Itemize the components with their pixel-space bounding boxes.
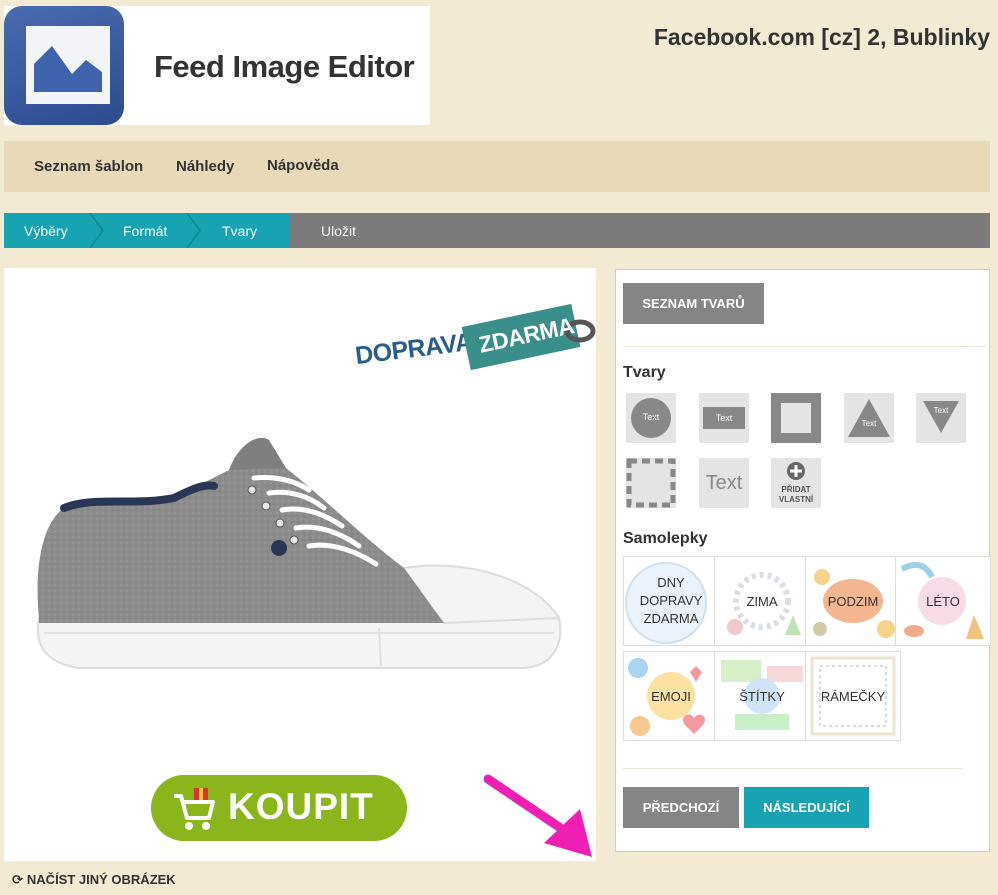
shape-inverted-triangle[interactable]: Text	[916, 393, 966, 443]
step-shapes[interactable]: Tvary	[222, 223, 257, 239]
stickers-section-title: Samolepky	[623, 530, 708, 547]
shape-frame[interactable]	[771, 393, 821, 443]
shape-text-label: Text	[705, 472, 743, 494]
app-logo-icon	[4, 6, 124, 125]
sticker-frames-label: RÁMEČKY	[820, 689, 886, 704]
shape-triangle-label: Text	[861, 419, 877, 428]
add-custom-shape-button[interactable]: PŘIDAT VLASTNÍ	[771, 458, 821, 508]
sticker-autumn-label: PODZIM	[827, 594, 879, 609]
sticker-frames[interactable]: RÁMEČKY	[805, 651, 901, 741]
shapes-section-title: Tvary	[623, 364, 666, 381]
sticker-winter[interactable]: ZIMA	[714, 556, 810, 646]
buy-button-label: KOUPIT	[228, 786, 374, 827]
sticker-autumn[interactable]: PODZIM	[805, 556, 901, 646]
shape-circle-label: Text	[642, 412, 660, 422]
shape-inverted-triangle-label: Text	[933, 406, 949, 415]
shape-text[interactable]: Text	[699, 458, 749, 508]
step-format[interactable]: Formát	[123, 223, 167, 239]
load-other-image-link[interactable]: ⟳ NAČÍST JINÝ OBRÁZEK	[12, 872, 176, 888]
pointer-arrow-icon	[484, 774, 592, 857]
step-save[interactable]: Uložit	[321, 223, 356, 239]
shopping-cart-icon	[174, 788, 215, 830]
sticker-free-shipping-label: DNY DOPRAVY ZDARMA	[639, 575, 703, 626]
sticker-emoji-label: EMOJI	[651, 689, 691, 704]
shape-triangle[interactable]: Text	[844, 393, 894, 443]
step-separator-icon	[186, 213, 201, 248]
shape-list-button[interactable]: SEZNAM TVARŮ	[623, 283, 764, 324]
divider	[623, 346, 986, 347]
shape-circle[interactable]: Text	[626, 393, 676, 443]
account-title: Facebook.com [cz] 2, Bublinky	[653, 24, 990, 50]
shape-dashed-frame[interactable]	[626, 458, 676, 508]
load-other-image-label: NAČÍST JINÝ OBRÁZEK	[26, 872, 176, 887]
sticker-winter-label: ZIMA	[746, 594, 778, 609]
sticker-emoji[interactable]: EMOJI	[623, 651, 719, 741]
sticker-free-shipping-days[interactable]: DNY DOPRAVY ZDARMA	[623, 556, 719, 646]
add-custom-label-1: PŘIDAT	[781, 485, 811, 494]
step-separator-icon	[89, 213, 104, 248]
plus-icon	[787, 462, 805, 480]
add-custom-label-2: VLASTNÍ	[778, 495, 814, 504]
sticker-summer[interactable]: LÉTO	[895, 556, 991, 646]
sticker-summer-label: LÉTO	[926, 594, 960, 609]
previous-button[interactable]: PŘEDCHOZÍ	[623, 787, 739, 828]
app-title: Feed Image Editor	[154, 49, 415, 84]
divider	[623, 768, 963, 769]
sticker-labels-label: ŠTÍTKY	[739, 689, 785, 704]
shape-rectangle-label: Text	[715, 413, 733, 423]
refresh-icon: ⟳	[12, 872, 23, 887]
step-selections[interactable]: Výběry	[24, 223, 68, 239]
sneaker-product-image	[36, 437, 562, 669]
top-navigation	[4, 141, 990, 192]
sticker-labels[interactable]: ŠTÍTKY	[714, 651, 810, 741]
nav-template-list[interactable]: Seznam šablon	[34, 158, 143, 175]
next-button[interactable]: NÁSLEDUJÍCÍ	[744, 787, 869, 828]
nav-help[interactable]: Nápověda	[267, 157, 339, 174]
shape-rectangle[interactable]: Text	[699, 393, 749, 443]
nav-previews[interactable]: Náhledy	[176, 158, 234, 175]
